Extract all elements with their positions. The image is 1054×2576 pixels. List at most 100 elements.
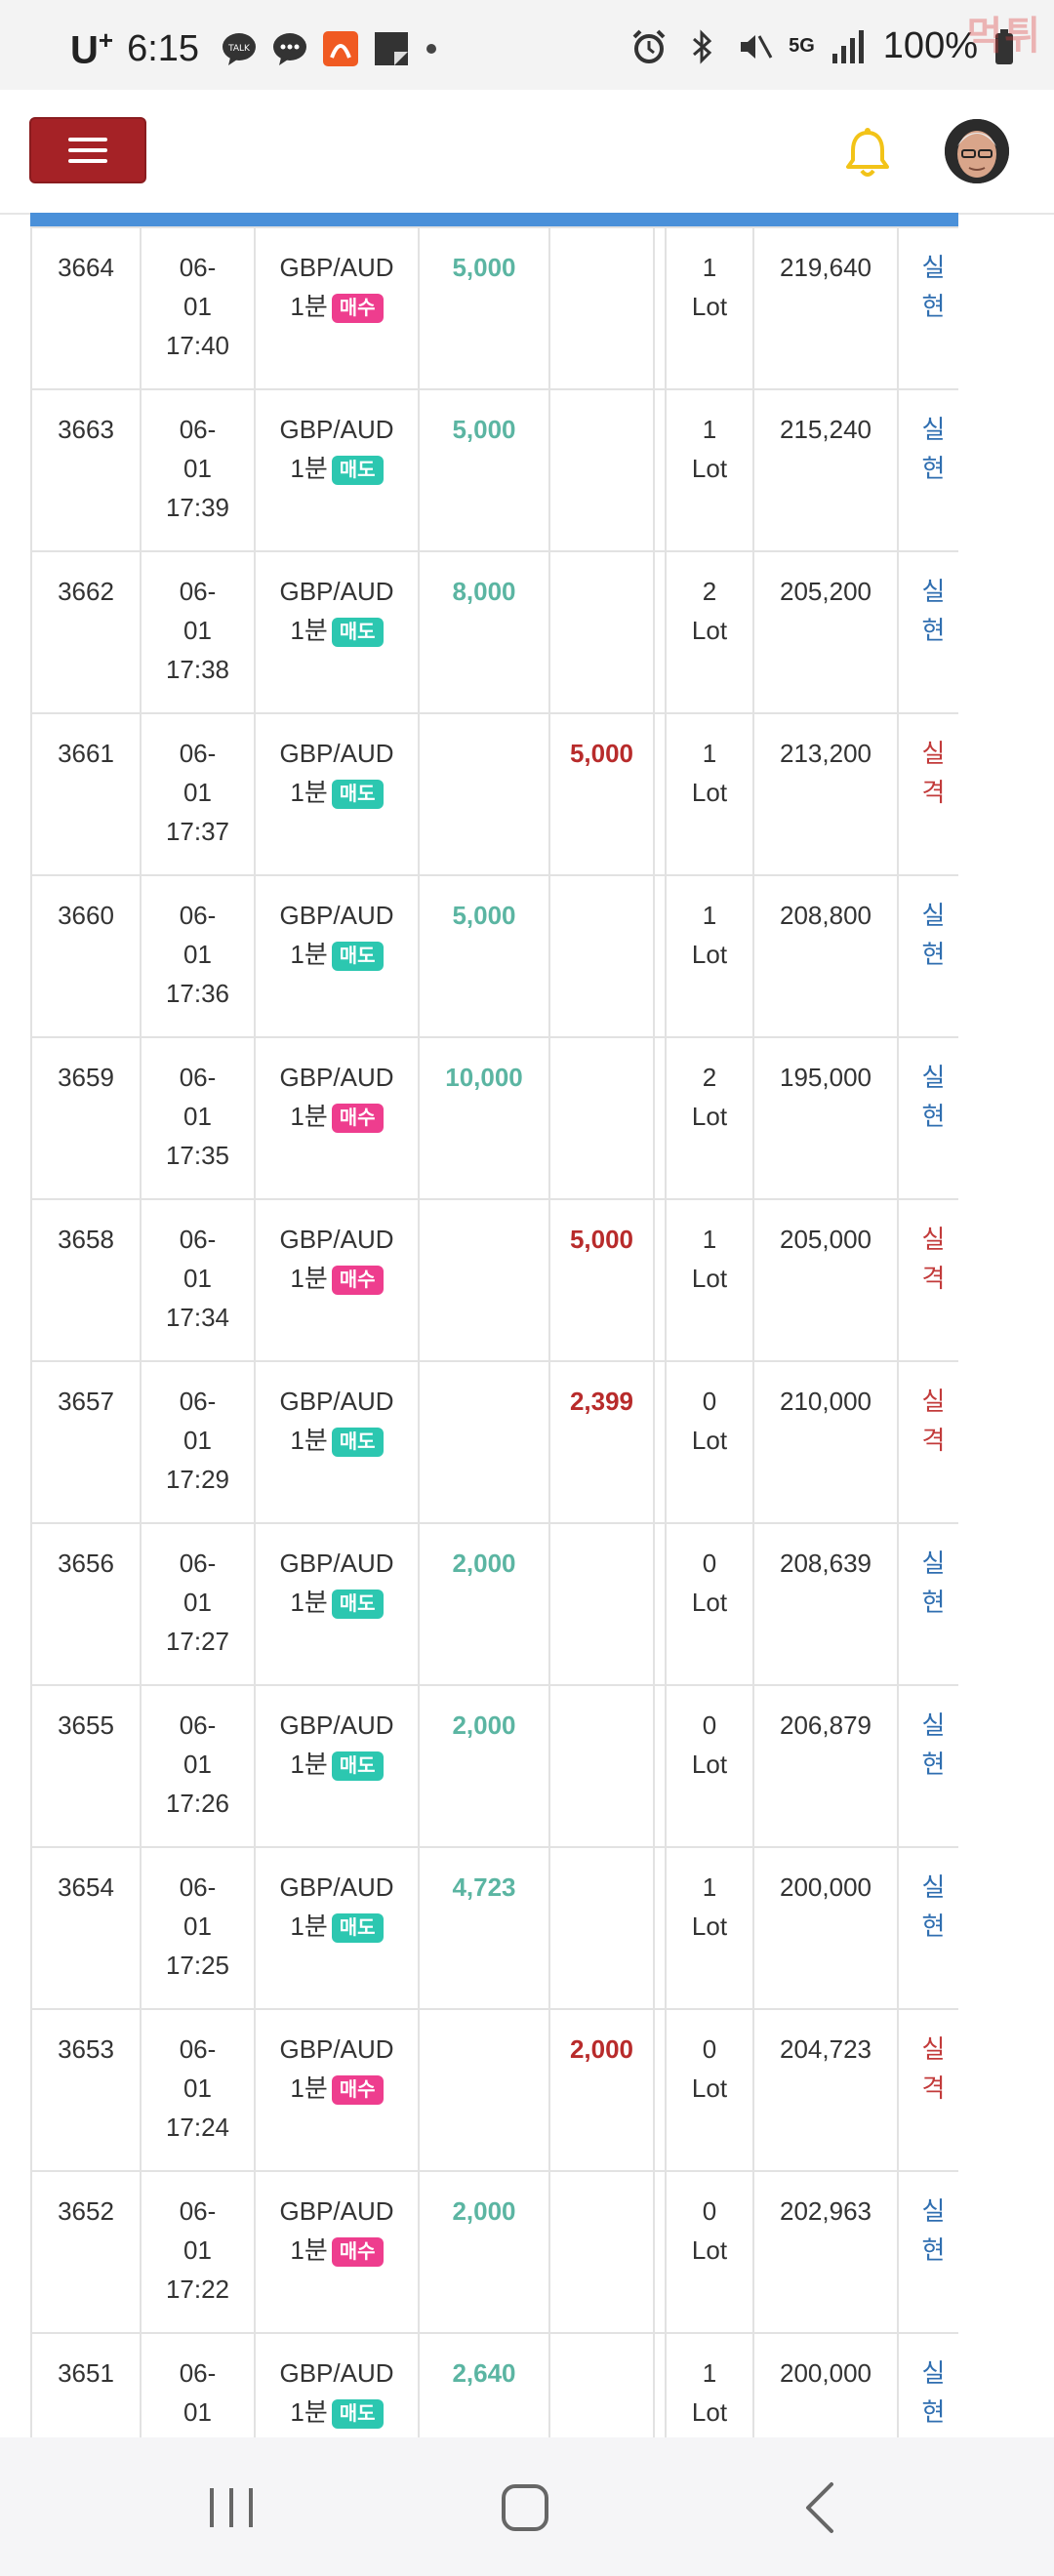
trade-period: 1분 — [290, 940, 328, 969]
result-char-2: 현 — [921, 292, 946, 321]
loss-amount: 2,399 — [569, 1387, 634, 1416]
lot-unit: Lot — [691, 2397, 728, 2427]
cell-balance: 205,000 — [752, 1198, 899, 1362]
cell-result[interactable]: 실격 — [897, 1198, 958, 1362]
table-row: 3651 06-0117:21 GBP/AUD 1분매도 2,640 1 Lot 200,00… — [30, 2332, 958, 2437]
lot-count: 2 — [702, 1063, 717, 1092]
menu-button[interactable] — [29, 117, 146, 183]
back-icon[interactable] — [790, 2476, 853, 2539]
cell-result[interactable]: 실현 — [897, 874, 958, 1038]
cell-result[interactable]: 실현 — [897, 550, 958, 714]
result-char-1: 실 — [921, 2358, 946, 2388]
result-char-2: 현 — [921, 454, 946, 483]
trade-table: 3664 06- 01 17:40 GBP/AUD 1분 매수 5,000 1 Lot 219,64… — [30, 226, 958, 2437]
side-badge: 매도 — [331, 1590, 384, 1620]
side-badge: 매수 — [331, 2237, 384, 2268]
trade-time: 17:38 — [165, 655, 230, 684]
trade-date: 06- — [179, 1387, 217, 1416]
result-char-1: 실 — [921, 1549, 946, 1578]
loss-amount — [550, 228, 653, 248]
profit-amount — [420, 714, 548, 734]
result-char-1: 실 — [921, 2034, 946, 2064]
loss-amount: 5,000 — [569, 739, 634, 768]
table-row: 3662 06- 01 17:38 GBP/AUD 1분 매도 8,000 2 Lot 205,20… — [30, 550, 958, 714]
cell-symbol: GBP/AUD 1분 매도 — [254, 1846, 420, 2010]
cell-result[interactable]: 실현 — [897, 1846, 958, 2010]
trade-date: 06- — [179, 739, 217, 768]
cell-spacer — [653, 712, 667, 876]
lot-count: 1 — [702, 901, 717, 930]
alarm-icon — [632, 29, 666, 63]
cell-id: 3652 — [30, 2170, 142, 2334]
side-badge: 매수 — [331, 1266, 384, 1296]
cell-loss: 2,399 — [548, 1360, 655, 1524]
result-char-1: 실 — [921, 415, 946, 444]
side-badge: 매도 — [331, 1913, 384, 1944]
cell-profit: 5,000 — [418, 388, 550, 552]
cell-balance: 219,640 — [752, 226, 899, 390]
result-char-1: 실 — [921, 1711, 946, 1740]
cell-id: 3663 — [30, 388, 142, 552]
side-badge: 매도 — [331, 780, 384, 810]
currency-pair: GBP/AUD — [279, 2196, 394, 2226]
cell-symbol: GBP/AUD 1분 매도 — [254, 1522, 420, 1686]
cell-datetime: 06- 01 17:36 — [140, 874, 256, 1038]
cell-spacer — [653, 550, 667, 714]
result-char-1: 실 — [921, 1872, 946, 1902]
cell-loss — [548, 874, 655, 1038]
result-char-2: 현 — [921, 1588, 946, 1617]
balance-amount: 195,000 — [780, 1063, 872, 1092]
bell-icon[interactable] — [843, 127, 892, 180]
cell-id: 3664 — [30, 226, 142, 390]
cell-datetime: 06- 01 17:39 — [140, 388, 256, 552]
profit-amount: 4,723 — [452, 1872, 516, 1902]
lot-count: 1 — [702, 1872, 717, 1902]
cell-result[interactable]: 실현 — [897, 226, 958, 390]
recent-apps-icon[interactable] — [200, 2476, 263, 2539]
trade-id: 3660 — [58, 901, 114, 930]
cell-result[interactable]: 실현 — [897, 2332, 958, 2437]
cell-result[interactable]: 실현 — [897, 2170, 958, 2334]
avatar[interactable] — [945, 119, 1009, 183]
currency-pair: GBP/AUD — [279, 1549, 394, 1578]
cell-result[interactable]: 실격 — [897, 712, 958, 876]
cell-datetime: 06- 01 17:34 — [140, 1198, 256, 1362]
result-char-1: 실 — [921, 739, 946, 768]
balance-amount: 200,000 — [780, 2358, 872, 2388]
cell-symbol: GBP/AUD 1분 매도 — [254, 1360, 420, 1524]
cell-result[interactable]: 실현 — [897, 1522, 958, 1686]
trade-day: 01 — [183, 292, 212, 321]
lot-unit: Lot — [691, 292, 728, 321]
home-icon[interactable] — [494, 2476, 556, 2539]
cell-datetime: 06- 01 17:24 — [140, 2008, 256, 2172]
profit-amount — [420, 1362, 548, 1382]
lot-count: 0 — [702, 1387, 717, 1416]
currency-pair: GBP/AUD — [279, 1387, 394, 1416]
trade-day: 01 — [183, 778, 212, 807]
cell-result[interactable]: 실격 — [897, 1360, 958, 1524]
cell-result[interactable]: 실현 — [897, 1036, 958, 1200]
cell-spacer — [653, 388, 667, 552]
trade-time: 17:37 — [165, 817, 230, 846]
cell-spacer — [653, 1846, 667, 2010]
trade-day: 01 — [183, 1588, 212, 1617]
currency-pair: GBP/AUD — [279, 1872, 394, 1902]
result-char-1: 실 — [921, 2196, 946, 2226]
lot-unit: Lot — [691, 778, 728, 807]
currency-pair: GBP/AUD — [279, 1711, 394, 1740]
table-row: 3655 06- 01 17:26 GBP/AUD 1분 매도 2,000 0 Lot 206,87… — [30, 1684, 958, 1848]
trade-time: 17:26 — [165, 1789, 230, 1818]
cell-result[interactable]: 실현 — [897, 1684, 958, 1848]
cell-profit: 8,000 — [418, 550, 550, 714]
trade-day: 01 — [183, 1426, 212, 1455]
side-badge: 매도 — [331, 456, 384, 486]
lot-count: 2 — [702, 577, 717, 606]
cell-datetime: 06- 01 17:27 — [140, 1522, 256, 1686]
cell-result[interactable]: 실현 — [897, 388, 958, 552]
trade-period: 1분 — [290, 1912, 328, 1941]
cell-result[interactable]: 실격 — [897, 2008, 958, 2172]
loss-amount — [550, 1524, 653, 1544]
cell-lots: 1 Lot — [665, 2332, 754, 2437]
lot-unit: Lot — [691, 2235, 728, 2265]
carrier-label: U+ — [70, 25, 114, 72]
